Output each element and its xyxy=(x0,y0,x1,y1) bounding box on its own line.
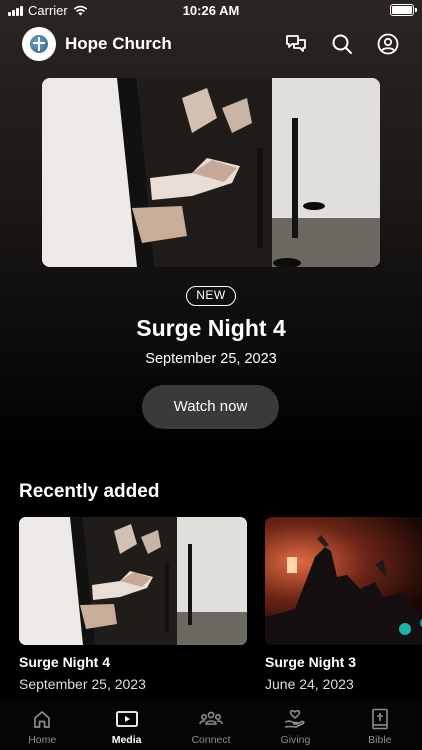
tab-home[interactable]: Home xyxy=(0,700,84,750)
chat-icon[interactable] xyxy=(284,32,308,56)
media-card-date: September 25, 2023 xyxy=(19,676,146,692)
bible-icon xyxy=(368,708,392,730)
recently-added-heading: Recently added xyxy=(19,481,160,502)
status-time: 10:26 AM xyxy=(182,3,240,18)
giving-icon xyxy=(283,708,307,730)
app-header: Hope Church xyxy=(22,27,400,61)
media-icon xyxy=(115,708,139,730)
status-bar: Carrier 10:26 AM xyxy=(0,0,422,22)
media-screen: Carrier 10:26 AM Hope Church NEW Surge N… xyxy=(0,0,422,750)
profile-icon[interactable] xyxy=(376,32,400,56)
church-logo[interactable] xyxy=(22,27,56,61)
media-card-title: Surge Night 4 xyxy=(19,654,111,670)
media-card-date: June 24, 2023 xyxy=(265,676,354,692)
media-card-thumbnail[interactable] xyxy=(265,517,422,645)
new-badge: NEW xyxy=(186,286,236,306)
featured-date: September 25, 2023 xyxy=(145,351,277,367)
church-name: Hope Church xyxy=(65,34,172,53)
featured-title: Surge Night 4 xyxy=(136,315,286,341)
watch-now-button[interactable]: Watch now xyxy=(142,385,279,429)
tab-label: Bible xyxy=(368,734,392,746)
media-card-thumbnail[interactable] xyxy=(19,517,247,645)
media-card-title: Surge Night 3 xyxy=(265,654,357,670)
search-icon[interactable] xyxy=(330,32,354,56)
tab-bible[interactable]: Bible xyxy=(338,700,422,750)
tab-label: Connect xyxy=(191,734,231,746)
tab-label: Media xyxy=(111,734,142,746)
header-actions xyxy=(284,32,400,56)
tab-label: Home xyxy=(28,734,57,746)
connect-icon xyxy=(199,708,223,730)
media-card[interactable]: Surge Night 3 June 24, 2023 xyxy=(265,517,422,692)
tab-label: Giving xyxy=(280,734,311,746)
logo-mark-icon xyxy=(30,35,48,53)
tab-giving[interactable]: Giving xyxy=(253,700,337,750)
bottom-tab-bar: Home Media Connect Giving Bible xyxy=(0,700,422,750)
tab-connect[interactable]: Connect xyxy=(169,700,253,750)
tab-media[interactable]: Media xyxy=(84,700,168,750)
media-card[interactable]: Surge Night 4 September 25, 2023 xyxy=(19,517,247,692)
featured-video-thumbnail[interactable] xyxy=(42,78,380,267)
home-icon xyxy=(30,708,54,730)
battery-icon xyxy=(390,4,417,16)
